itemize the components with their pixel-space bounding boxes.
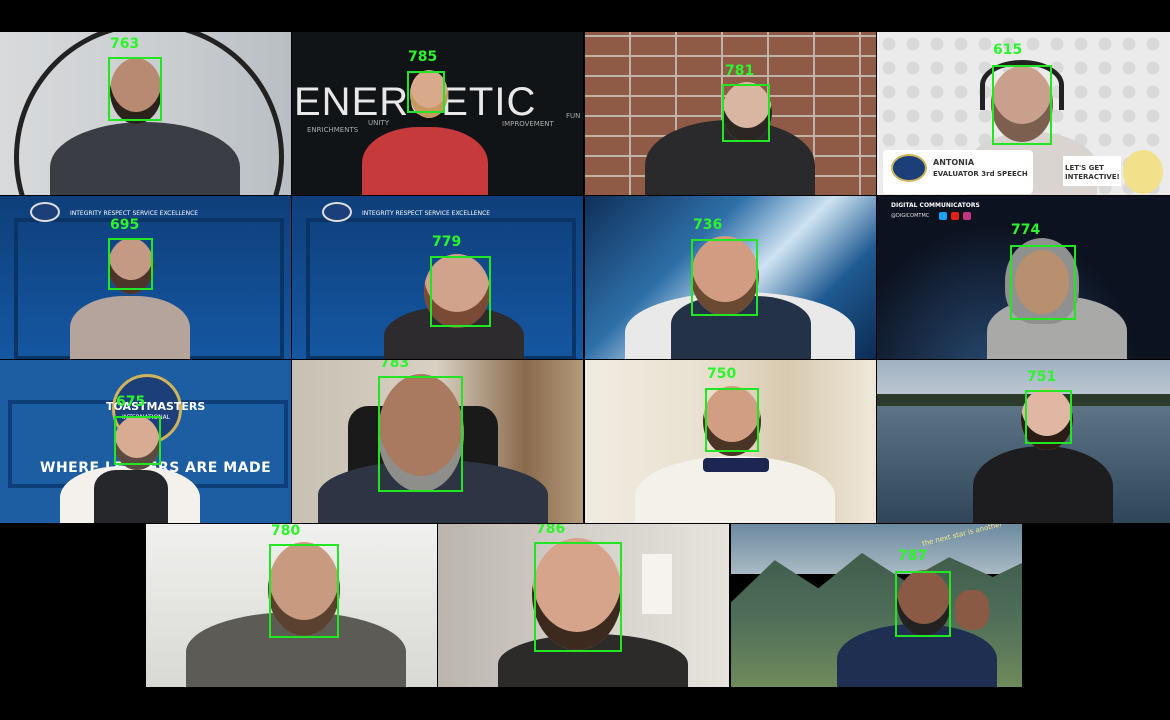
- face-id-label: 783: [380, 360, 410, 371]
- participant-body: [70, 296, 190, 359]
- video-tile[interactable]: 750: [585, 360, 876, 523]
- word-cloud-tag: UNITY: [368, 119, 389, 127]
- social-handle: @DIGICOMTMC: [891, 213, 930, 219]
- video-tile[interactable]: DIGITAL COMMUNICATORS @DIGICOMTMC 774: [877, 196, 1170, 359]
- face-bounding-box: [534, 542, 622, 652]
- face-bounding-box: [269, 544, 339, 638]
- face-id-label: 785: [408, 49, 438, 65]
- hand-raise-icon: [1123, 150, 1163, 194]
- video-tile[interactable]: 751: [877, 360, 1170, 523]
- face-id-label: 751: [1027, 369, 1057, 385]
- video-tile[interactable]: 763: [0, 32, 291, 195]
- word-cloud-tag: FUN: [566, 112, 581, 120]
- values-banner: INTEGRITY RESPECT SERVICE EXCELLENCE: [362, 210, 491, 217]
- participant-body: [362, 127, 488, 195]
- face-bounding-box: [705, 388, 759, 452]
- face-bounding-box: [722, 84, 770, 142]
- face-bounding-box: [691, 239, 758, 316]
- face-id-label: 675: [116, 394, 146, 410]
- face-id-label: 781: [725, 63, 755, 79]
- video-tile[interactable]: INTEGRITY RESPECT SERVICE EXCELLENCE 779: [292, 196, 583, 359]
- face-id-label: 786: [536, 524, 566, 537]
- face-id-label: 615: [993, 42, 1023, 58]
- instagram-icon: [963, 212, 971, 220]
- face-bounding-box: [1010, 245, 1076, 320]
- face-id-label: 787: [898, 548, 928, 564]
- shirt-collar: [703, 458, 769, 472]
- video-tile[interactable]: 781: [585, 32, 876, 195]
- video-tile[interactable]: 736: [585, 196, 876, 359]
- window-light: [642, 554, 672, 614]
- face-bounding-box: [108, 57, 162, 121]
- video-tile[interactable]: 615 ANTONIA EVALUATOR 3rd SPEECH LET'S G…: [877, 32, 1170, 195]
- video-tile[interactable]: the next star is another 787: [731, 524, 1022, 687]
- toastmasters-logo-icon: [322, 202, 352, 222]
- word-cloud-tag: ENRICHMENTS: [307, 126, 359, 134]
- video-tile[interactable]: 783: [292, 360, 583, 523]
- face-bounding-box: [114, 416, 161, 465]
- youtube-icon: [951, 212, 959, 220]
- word-cloud-tag: IMPROVEMENT: [502, 120, 554, 128]
- video-tile[interactable]: ENERGETIC ENRICHMENTS UNITY IMPROVEMENT …: [292, 32, 583, 195]
- face-bounding-box: [378, 376, 463, 492]
- raised-hand: [955, 590, 989, 630]
- face-bounding-box: [992, 65, 1052, 145]
- toastmasters-logo-icon: [30, 202, 60, 222]
- face-bounding-box: [407, 71, 445, 113]
- participant-body: [973, 446, 1113, 523]
- face-id-label: 763: [110, 36, 140, 52]
- speaker-name: ANTONIA: [933, 158, 975, 167]
- face-id-label: 779: [432, 234, 462, 250]
- face-id-label: 695: [110, 217, 140, 233]
- twitter-icon: [939, 212, 947, 220]
- cta-text: LET'S GET INTERACTIVE!: [1065, 164, 1120, 181]
- video-tile[interactable]: INTEGRITY RESPECT SERVICE EXCELLENCE 695: [0, 196, 291, 359]
- face-id-label: 750: [707, 366, 737, 382]
- face-bounding-box: [895, 571, 951, 637]
- video-tile[interactable]: 780: [146, 524, 437, 687]
- face-bounding-box: [108, 238, 153, 290]
- face-id-label: 774: [1011, 222, 1041, 238]
- video-tile[interactable]: 786: [438, 524, 729, 687]
- brand-label: DIGITAL COMMUNICATORS: [891, 202, 980, 209]
- face-id-label: 780: [271, 524, 301, 539]
- toastmasters-logo-icon: [891, 154, 927, 182]
- face-id-label: 736: [693, 217, 723, 233]
- speaker-role: EVALUATOR 3rd SPEECH: [933, 170, 1028, 178]
- values-banner: INTEGRITY RESPECT SERVICE EXCELLENCE: [70, 210, 199, 217]
- video-tile[interactable]: TOASTMASTERS INTERNATIONAL WHERE LEADERS…: [0, 360, 291, 523]
- face-bounding-box: [1025, 390, 1072, 444]
- face-bounding-box: [430, 256, 491, 327]
- participant-vest: [94, 470, 168, 523]
